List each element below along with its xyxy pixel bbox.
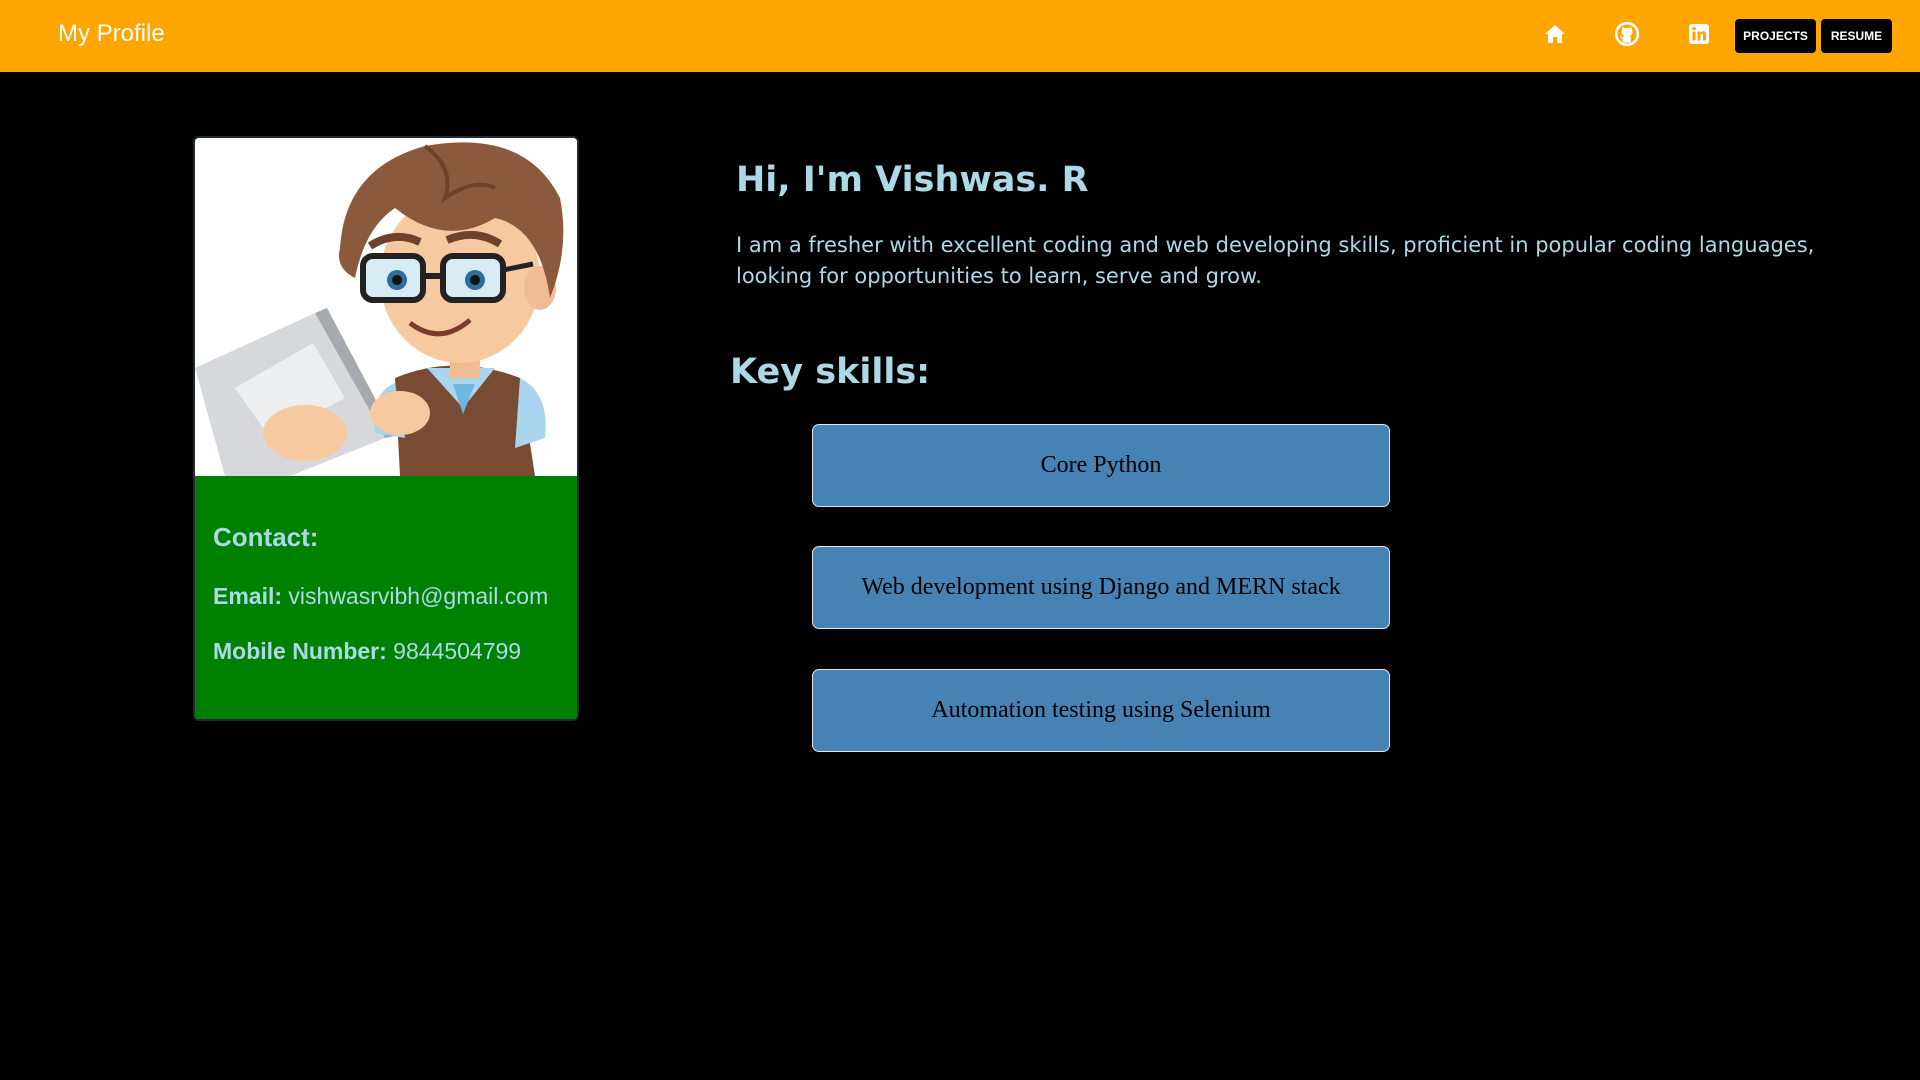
resume-button[interactable]: RESUME xyxy=(1821,19,1892,53)
skill-item: Web development using Django and MERN st… xyxy=(812,546,1390,629)
email-value: vishwasrvibh@gmail.com xyxy=(288,583,549,609)
mobile-value: 9844504799 xyxy=(393,638,522,664)
intro-description: I am a fresher with excellent coding and… xyxy=(736,233,1815,288)
profile-avatar xyxy=(195,138,577,476)
home-icon[interactable] xyxy=(1537,16,1573,52)
linkedin-icon[interactable] xyxy=(1681,16,1717,52)
github-icon[interactable] xyxy=(1609,16,1645,52)
projects-button[interactable]: PROJECTS xyxy=(1735,19,1816,53)
skill-item: Automation testing using Selenium xyxy=(812,669,1390,752)
profile-card: Contact: Email: vishwasrvibh@gmail.com M… xyxy=(193,136,579,721)
email-row: Email: vishwasrvibh@gmail.com xyxy=(213,583,548,610)
mobile-label: Mobile Number: xyxy=(213,638,387,664)
mobile-row: Mobile Number: 9844504799 xyxy=(213,638,521,665)
contact-section: Contact: Email: vishwasrvibh@gmail.com M… xyxy=(195,476,577,719)
brand-title[interactable]: My Profile xyxy=(58,20,165,48)
email-label: Email: xyxy=(213,583,283,609)
intro-title: Hi, I'm Vishwas. R xyxy=(736,160,1089,200)
top-navbar: My Profile PROJECTS RESUME xyxy=(0,0,1920,72)
contact-heading: Contact: xyxy=(213,522,319,552)
skill-item: Core Python xyxy=(812,424,1390,507)
skills-heading: Key skills: xyxy=(730,352,931,392)
